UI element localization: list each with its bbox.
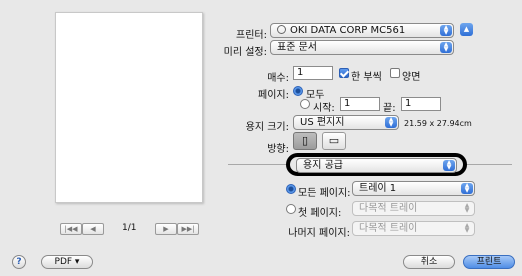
popup-arrows-icon: ▲ ▼ — [385, 117, 397, 128]
presets-value: 표준 문서 — [277, 42, 317, 53]
copies-label: 매수: — [267, 73, 289, 84]
presets-popup[interactable]: 표준 문서 ▲ ▼ — [270, 40, 454, 55]
landscape-icon: ▭ — [328, 134, 340, 147]
page-indicator: 1/1 — [122, 223, 137, 233]
first-page-radio[interactable] — [286, 204, 296, 214]
paper-size-popup[interactable]: US 편지지 ▲ ▼ — [293, 115, 399, 130]
section-popup[interactable]: 용지 공급 ▲ ▼ — [296, 158, 457, 173]
pages-all-radio[interactable] — [293, 86, 303, 96]
last-page-button[interactable]: ▶▶| — [177, 223, 199, 235]
first-page-label: 첫 페이지: — [298, 208, 342, 219]
separator-left — [228, 164, 286, 165]
pages-range-radio[interactable] — [300, 99, 310, 109]
paper-size-label: 용지 크기: — [245, 122, 289, 133]
pages-to-label: 끝: — [383, 103, 396, 114]
pages-to-field[interactable]: 1 — [401, 97, 441, 111]
help-button[interactable]: ? — [12, 255, 26, 269]
all-pages-label: 모든 페이지: — [298, 188, 351, 199]
printer-label: 프린터: — [236, 30, 267, 41]
presets-label: 미리 설정: — [223, 47, 267, 58]
popup-arrows-icon: ▲ ▼ — [464, 222, 470, 234]
pages-from-field[interactable]: 1 — [340, 97, 380, 111]
preview-page — [55, 12, 203, 203]
paper-size-dims: 21.59 x 27.94cm — [404, 119, 472, 128]
popup-arrows-icon: ▲ ▼ — [443, 160, 455, 171]
pages-from-label: 시작: — [313, 103, 335, 114]
popup-arrows-icon: ▲ ▼ — [464, 202, 470, 214]
first-page-value: 다목적 트레이 — [359, 203, 418, 214]
landscape-orientation-button[interactable]: ▭ — [322, 132, 346, 150]
all-pages-radio[interactable] — [286, 184, 296, 194]
popup-arrows-icon: ▲ ▼ — [440, 25, 452, 36]
pdf-button[interactable]: PDF ▾ — [41, 255, 93, 269]
pages-label: 페이지: — [258, 90, 289, 101]
all-pages-value: 트레이 1 — [359, 183, 397, 194]
disclosure-button[interactable]: ▲ — [460, 23, 473, 36]
orientation-label: 방향: — [267, 144, 289, 155]
portrait-orientation-button[interactable]: ▯ — [293, 132, 317, 150]
separator-right — [467, 164, 512, 165]
printer-popup[interactable]: OKI DATA CORP MC561 ▲ ▼ — [270, 23, 454, 38]
print-button[interactable]: 프린트 — [463, 255, 515, 269]
remaining-label: 나머지 페이지: — [288, 228, 350, 239]
printer-status-icon — [277, 25, 286, 34]
popup-arrows-icon: ▲ ▼ — [440, 42, 452, 53]
copies-field[interactable]: 1 — [293, 66, 333, 80]
paper-size-value: US 편지지 — [300, 117, 345, 128]
remaining-value: 다목적 트레이 — [359, 223, 418, 234]
two-sided-label: 양면 — [402, 72, 421, 83]
remaining-popup[interactable]: 다목적 트레이 ▲ ▼ — [352, 221, 475, 236]
section-popup-value: 용지 공급 — [303, 160, 343, 171]
cancel-button[interactable]: 취소 — [403, 255, 455, 269]
prev-page-button[interactable]: ◀ — [82, 223, 104, 235]
first-page-popup[interactable]: 다목적 트레이 ▲ ▼ — [352, 201, 475, 216]
portrait-icon: ▯ — [301, 134, 309, 147]
printer-value: OKI DATA CORP MC561 — [290, 25, 406, 36]
help-icon: ? — [16, 257, 22, 267]
two-sided-checkbox[interactable] — [390, 68, 400, 78]
collated-checkbox[interactable] — [339, 68, 349, 78]
collated-label: 한 부씩 — [351, 72, 382, 83]
first-page-button[interactable]: |◀◀ — [60, 223, 82, 235]
all-pages-popup[interactable]: 트레이 1 ▲ ▼ — [352, 181, 475, 196]
next-page-button[interactable]: ▶ — [155, 223, 177, 235]
popup-arrows-icon: ▲ ▼ — [461, 183, 473, 194]
